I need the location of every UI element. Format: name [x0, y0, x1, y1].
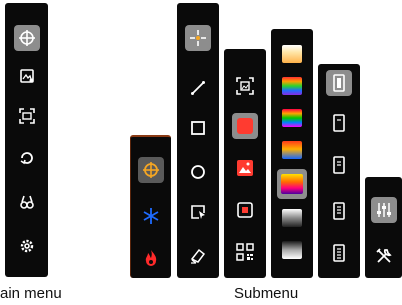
crosshair-icon[interactable]: [13, 25, 40, 51]
scale-4-icon[interactable]: [326, 240, 352, 266]
scale-3-icon[interactable]: [326, 198, 352, 224]
palette-rainbow-hc[interactable]: [282, 109, 302, 127]
qr-code-icon[interactable]: [232, 239, 258, 265]
rectangle-icon[interactable]: [185, 115, 211, 141]
main-menu-caption: ain menu: [0, 285, 62, 302]
scale-full-icon[interactable]: [326, 70, 352, 96]
record-square-icon[interactable]: [232, 113, 258, 139]
palette-black-hot[interactable]: [282, 209, 302, 227]
circle-icon[interactable]: [185, 159, 211, 185]
scale-1-icon[interactable]: [326, 110, 352, 136]
palette-rainbow[interactable]: [282, 77, 302, 95]
submenu-mode-panel: [130, 135, 171, 278]
frame-capture-icon[interactable]: [14, 103, 40, 129]
submenu-palette-panel: [271, 29, 313, 278]
submenu-capture-panel: [224, 49, 266, 278]
flame-icon[interactable]: [138, 245, 164, 271]
snowflake-icon[interactable]: [138, 203, 164, 229]
palette-gray[interactable]: [282, 241, 302, 259]
main-menu-panel: [5, 3, 48, 277]
submenu-caption: Submenu: [234, 285, 299, 302]
sliders-icon[interactable]: [370, 197, 397, 223]
palette-ironbow[interactable]: [282, 141, 302, 159]
submenu-measure-panel: [177, 3, 219, 278]
target-icon[interactable]: [138, 157, 164, 183]
palette-lava[interactable]: [277, 169, 307, 199]
rotate-icon[interactable]: [14, 145, 40, 171]
settings-gear-icon[interactable]: [14, 233, 40, 259]
submenu-scale-panel: [318, 64, 360, 278]
eraser-icon[interactable]: [185, 243, 211, 269]
scan-photo-icon[interactable]: [232, 73, 258, 99]
tools-icon[interactable]: [371, 243, 397, 269]
image-edit-icon[interactable]: [14, 63, 40, 89]
binoculars-icon[interactable]: [14, 189, 40, 215]
stop-record-icon[interactable]: [232, 197, 258, 223]
gallery-icon[interactable]: [232, 155, 258, 181]
point-crosshair-icon[interactable]: [185, 25, 211, 51]
scale-2-icon[interactable]: [326, 152, 352, 178]
palette-white-hot[interactable]: [282, 45, 302, 63]
line-icon[interactable]: [185, 75, 211, 101]
cursor-box-icon[interactable]: [185, 199, 211, 225]
submenu-tools-panel: [365, 177, 402, 278]
